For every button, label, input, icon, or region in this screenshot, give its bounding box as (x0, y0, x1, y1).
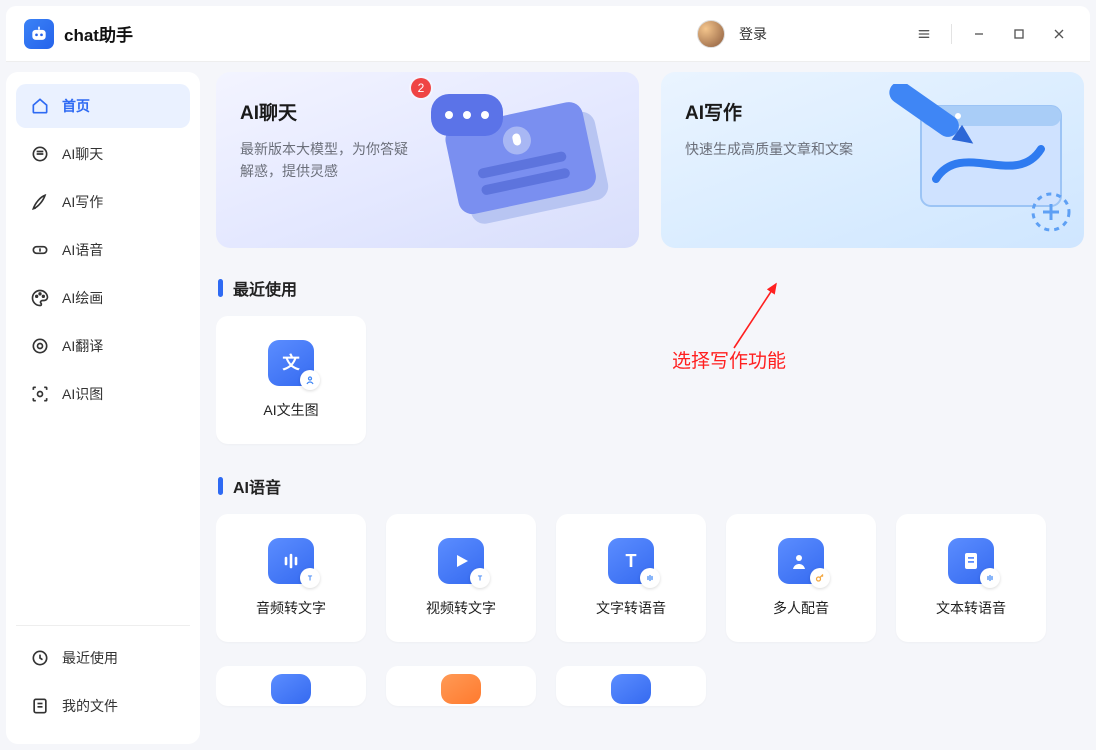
sidebar-item-voice[interactable]: AI语音 (16, 228, 190, 272)
login-link[interactable]: 登录 (739, 24, 767, 44)
card-label: 文字转语音 (596, 598, 666, 618)
partial-icon (611, 674, 651, 704)
card-partial[interactable] (386, 666, 536, 706)
minimize-icon[interactable] (966, 21, 992, 47)
sidebar-item-label: 最近使用 (62, 648, 118, 668)
translate-icon (30, 336, 50, 356)
chat-icon (30, 144, 50, 164)
card-label: 音频转文字 (256, 598, 326, 618)
partial-icon (441, 674, 481, 704)
sidebar-item-label: AI识图 (62, 384, 103, 404)
sidebar-item-label: AI聊天 (62, 144, 103, 164)
hero-desc: 最新版本大模型，为你答疑解惑，提供灵感 (240, 139, 420, 182)
sidebar-item-write[interactable]: AI写作 (16, 180, 190, 224)
text-badge-icon: T (300, 568, 320, 588)
svg-text:T: T (478, 576, 483, 583)
sidebar-item-chat[interactable]: AI聊天 (16, 132, 190, 176)
sidebar-item-recent[interactable]: 最近使用 (16, 636, 190, 680)
image-badge-icon (300, 370, 320, 390)
pen-icon (30, 192, 50, 212)
sidebar-item-vision[interactable]: AI识图 (16, 372, 190, 416)
home-icon (30, 96, 50, 116)
close-icon[interactable] (1046, 21, 1072, 47)
hero-desc: 快速生成高质量文章和文案 (685, 139, 865, 161)
wave-badge-icon (980, 568, 1000, 588)
sidebar-item-translate[interactable]: AI翻译 (16, 324, 190, 368)
hero-card-chat[interactable]: 2 AI聊天 最新版本大模型，为你答疑解惑，提供灵感 (216, 72, 639, 248)
menu-icon[interactable] (911, 21, 937, 47)
sidebar-item-files[interactable]: 我的文件 (16, 684, 190, 728)
card-tts[interactable]: 文本转语音 (896, 514, 1046, 642)
svg-text:文: 文 (282, 352, 300, 372)
section-heading-recent: 最近使用 (218, 276, 1084, 300)
notification-badge: 2 (411, 78, 431, 98)
card-text2speech[interactable]: T 文字转语音 (556, 514, 706, 642)
card-label: 文本转语音 (936, 598, 1006, 618)
write-illustration (866, 84, 1076, 234)
audio-wave-icon: T (268, 538, 314, 584)
hero-card-write[interactable]: AI写作 快速生成高质量文章和文案 (661, 72, 1084, 248)
avatar[interactable] (697, 20, 725, 48)
maximize-icon[interactable] (1006, 21, 1032, 47)
people-icon (778, 538, 824, 584)
key-badge-icon (810, 568, 830, 588)
history-icon (30, 648, 50, 668)
doc-icon (948, 538, 994, 584)
scan-icon (30, 384, 50, 404)
partial-icon (271, 674, 311, 704)
card-label: AI文生图 (263, 400, 318, 420)
card-audio2text[interactable]: T 音频转文字 (216, 514, 366, 642)
text2img-icon: 文 (268, 340, 314, 386)
card-partial[interactable] (556, 666, 706, 706)
chat-illustration (421, 84, 631, 234)
sidebar-item-label: AI写作 (62, 192, 103, 212)
text-t-icon: T (608, 538, 654, 584)
card-label: 视频转文字 (426, 598, 496, 618)
sidebar-item-label: AI绘画 (62, 288, 103, 308)
video-icon: T (438, 538, 484, 584)
sidebar-item-label: AI语音 (62, 240, 103, 260)
sidebar-item-label: 我的文件 (62, 696, 118, 716)
card-label: 多人配音 (773, 598, 829, 618)
file-icon (30, 696, 50, 716)
wave-badge-icon (640, 568, 660, 588)
card-multivoice[interactable]: 多人配音 (726, 514, 876, 642)
app-title: chat助手 (64, 21, 133, 46)
titlebar: chat助手 登录 (6, 6, 1090, 62)
card-ai-text2img[interactable]: 文 AI文生图 (216, 316, 366, 444)
app-logo (24, 19, 54, 49)
card-video2text[interactable]: T 视频转文字 (386, 514, 536, 642)
sidebar-item-home[interactable]: 首页 (16, 84, 190, 128)
svg-text:T: T (308, 576, 313, 583)
voice-icon (30, 240, 50, 260)
sidebar: 首页 AI聊天 AI写作 AI语音 AI绘画 AI翻译 AI识图 (6, 72, 200, 744)
palette-icon (30, 288, 50, 308)
sidebar-item-draw[interactable]: AI绘画 (16, 276, 190, 320)
sidebar-item-label: 首页 (62, 96, 90, 116)
card-partial[interactable] (216, 666, 366, 706)
section-heading-voice: AI语音 (218, 474, 1084, 498)
main-content: 2 AI聊天 最新版本大模型，为你答疑解惑，提供灵感 (216, 72, 1090, 744)
text-badge-icon: T (470, 568, 490, 588)
svg-text:T: T (626, 551, 637, 571)
sidebar-item-label: AI翻译 (62, 336, 103, 356)
